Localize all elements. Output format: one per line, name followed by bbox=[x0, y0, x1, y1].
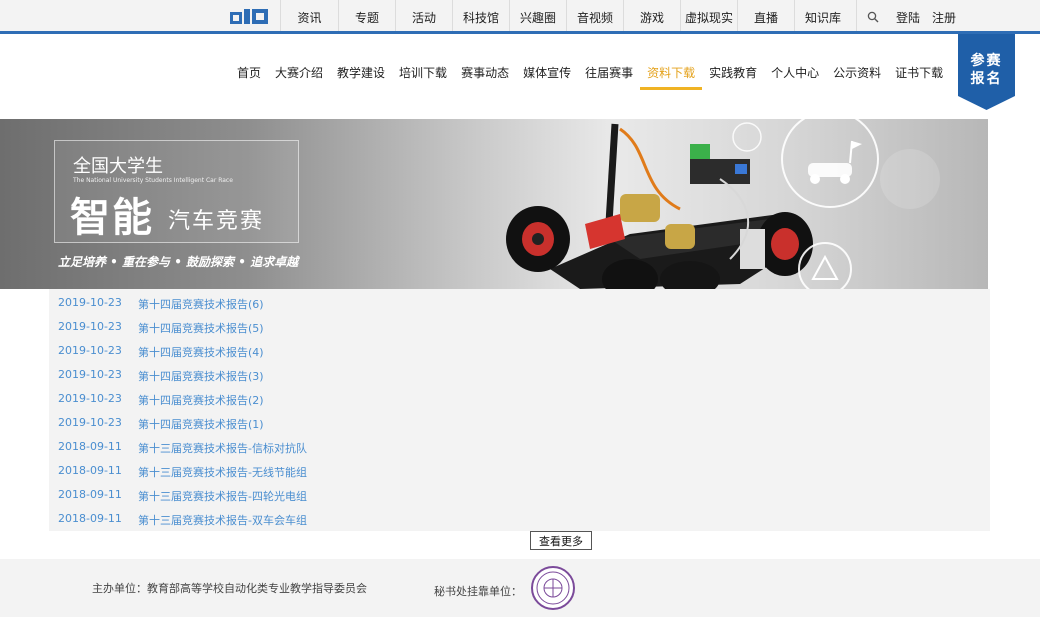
banner-title-main: 智能 bbox=[70, 195, 154, 241]
list-item-date: 2019-10-23 bbox=[58, 296, 122, 309]
top-bar-underline bbox=[0, 31, 1040, 34]
list-item-date: 2019-10-23 bbox=[58, 416, 122, 429]
smart-car-illustration bbox=[506, 119, 940, 289]
banner-slogan: 立足培养 • 重在参与 • 鼓励探索 • 追求卓越 bbox=[58, 255, 299, 269]
search-icon bbox=[867, 11, 878, 23]
list-item-date: 2018-09-11 bbox=[58, 464, 122, 477]
main-nav-item[interactable]: 首页 bbox=[230, 60, 268, 90]
top-nav-label: 知识库 bbox=[804, 10, 841, 25]
list-item-date: 2018-09-11 bbox=[58, 440, 122, 453]
list-item-date: 2019-10-23 bbox=[58, 320, 122, 333]
footer-secretariat-label: 秘书处挂靠单位： bbox=[434, 585, 522, 598]
list-item-date: 2019-10-23 bbox=[58, 368, 122, 381]
top-nav-label: 直播 bbox=[753, 10, 778, 25]
main-nav-item[interactable]: 培训下载 bbox=[392, 60, 454, 90]
list-item-date: 2018-09-11 bbox=[58, 512, 122, 525]
main-nav: 首页 大赛介绍 教学建设 培训下载 赛事动态 媒体宣传 往届赛事 资料下载 实践教育 个人中心 公示… bbox=[230, 60, 950, 90]
top-nav-label: 活动 bbox=[411, 10, 436, 25]
top-nav-item[interactable]: 资讯 bbox=[280, 0, 338, 34]
top-nav-item[interactable]: 游戏 bbox=[623, 0, 680, 34]
list-item-title[interactable]: 第十三届竞赛技术报告-四轮光电组 bbox=[138, 488, 307, 508]
register-link[interactable]: 注册 bbox=[932, 9, 956, 26]
top-nav-item[interactable]: 兴趣圈 bbox=[509, 0, 566, 34]
top-nav-item[interactable]: 直播 bbox=[737, 0, 794, 34]
list-item[interactable]: 2019-10-23 第十四届竞赛技术报告(2) bbox=[58, 392, 264, 412]
top-nav-label: 游戏 bbox=[639, 10, 664, 25]
list-item-title[interactable]: 第十三届竞赛技术报告-信标对抗队 bbox=[138, 440, 307, 460]
badge-label-1: 参赛 bbox=[970, 53, 1003, 69]
main-nav-item[interactable]: 个人中心 bbox=[764, 60, 826, 90]
login-link[interactable]: 登陆 bbox=[896, 9, 920, 26]
list-item-date: 2019-10-23 bbox=[58, 392, 122, 405]
main-nav-item[interactable]: 往届赛事 bbox=[578, 60, 640, 90]
badge-label-2: 报名 bbox=[970, 71, 1003, 87]
list-item[interactable]: 2018-09-11 第十三届竞赛技术报告-无线节能组 bbox=[58, 464, 307, 484]
list-item[interactable]: 2019-10-23 第十四届竞赛技术报告(4) bbox=[58, 344, 264, 364]
top-nav-label: 兴趣圈 bbox=[519, 10, 556, 25]
list-item[interactable]: 2019-10-23 第十四届竞赛技术报告(1) bbox=[58, 416, 264, 436]
top-nav-item[interactable]: 知识库 bbox=[794, 0, 851, 34]
list-item-title[interactable]: 第十四届竞赛技术报告(2) bbox=[138, 392, 264, 412]
view-more-button[interactable]: 查看更多 bbox=[530, 531, 592, 550]
list-item-title[interactable]: 第十四届竞赛技术报告(5) bbox=[138, 320, 264, 340]
list-item-title[interactable]: 第十四届竞赛技术报告(1) bbox=[138, 416, 264, 436]
list-item-title[interactable]: 第十三届竞赛技术报告-无线节能组 bbox=[138, 464, 307, 484]
list-item[interactable]: 2019-10-23 第十四届竞赛技术报告(6) bbox=[58, 296, 264, 316]
university-seal-logo bbox=[531, 566, 575, 610]
list-item-date: 2018-09-11 bbox=[58, 488, 122, 501]
download-list: 2019-10-23 第十四届竞赛技术报告(6) 2019-10-23 第十四届竞赛技… bbox=[49, 289, 990, 531]
main-nav-item[interactable]: 公示资料 bbox=[826, 60, 888, 90]
main-nav-item[interactable]: 证书下载 bbox=[888, 60, 950, 90]
main-nav-item[interactable]: 大赛介绍 bbox=[268, 60, 330, 90]
footer-organizer: 主办单位：教育部高等学校自动化类专业教学指导委员会 bbox=[92, 582, 367, 595]
banner-english-title: The National University Students Intelli… bbox=[73, 177, 233, 184]
top-nav-item[interactable]: 虚拟现实 bbox=[680, 0, 737, 34]
top-nav-label: 资讯 bbox=[297, 10, 322, 25]
top-nav-item[interactable]: 科技馆 bbox=[452, 0, 509, 34]
list-item-title[interactable]: 第十四届竞赛技术报告(4) bbox=[138, 344, 264, 364]
main-nav-item[interactable]: 资料下载 bbox=[640, 60, 703, 90]
top-nav-label: 科技馆 bbox=[462, 10, 499, 25]
list-item-title[interactable]: 第十三届竞赛技术报告-双车会车组 bbox=[138, 512, 307, 532]
list-item[interactable]: 2018-09-11 第十三届竞赛技术报告-信标对抗队 bbox=[58, 440, 307, 460]
top-nav-item[interactable]: 活动 bbox=[395, 0, 452, 34]
list-item[interactable]: 2019-10-23 第十四届竞赛技术报告(3) bbox=[58, 368, 264, 388]
top-nav-item[interactable]: 专题 bbox=[338, 0, 395, 34]
top-nav-label: 专题 bbox=[354, 10, 379, 25]
list-item[interactable]: 2018-09-11 第十三届竞赛技术报告-四轮光电组 bbox=[58, 488, 307, 508]
search-button[interactable] bbox=[856, 0, 888, 34]
banner-title-line1: 全国大学生 bbox=[73, 156, 163, 177]
banner-title-sub: 汽车竞赛 bbox=[168, 209, 265, 234]
list-item-title[interactable]: 第十四届竞赛技术报告(3) bbox=[138, 368, 264, 388]
top-nav-label: 虚拟现实 bbox=[684, 10, 733, 25]
main-nav-item[interactable]: 媒体宣传 bbox=[516, 60, 578, 90]
footer: 主办单位：教育部高等学校自动化类专业教学指导委员会 秘书处挂靠单位： bbox=[0, 559, 1040, 617]
main-nav-item[interactable]: 实践教育 bbox=[702, 60, 764, 90]
main-nav-item[interactable]: 赛事动态 bbox=[454, 60, 516, 90]
register-badge-button[interactable]: 参赛 报名 bbox=[958, 34, 1015, 110]
top-nav-label: 音视频 bbox=[576, 10, 613, 25]
top-nav-item[interactable]: 音视频 bbox=[566, 0, 623, 34]
list-item-date: 2019-10-23 bbox=[58, 344, 122, 357]
hero-banner: 全国大学生 The National University Students I… bbox=[0, 119, 988, 289]
list-item[interactable]: 2018-09-11 第十三届竞赛技术报告-双车会车组 bbox=[58, 512, 307, 532]
main-nav-item[interactable]: 教学建设 bbox=[330, 60, 392, 90]
top-nav: 资讯 专题 活动 科技馆 兴趣圈 音视频 游戏 虚拟现实 直播 知识库 bbox=[280, 0, 851, 34]
top-bar: 资讯 专题 活动 科技馆 兴趣圈 音视频 游戏 虚拟现实 直播 知识库 登陆 注册 bbox=[0, 0, 1040, 34]
list-item[interactable]: 2019-10-23 第十四届竞赛技术报告(5) bbox=[58, 320, 264, 340]
cid-logo[interactable] bbox=[228, 6, 272, 28]
list-item-title[interactable]: 第十四届竞赛技术报告(6) bbox=[138, 296, 264, 316]
